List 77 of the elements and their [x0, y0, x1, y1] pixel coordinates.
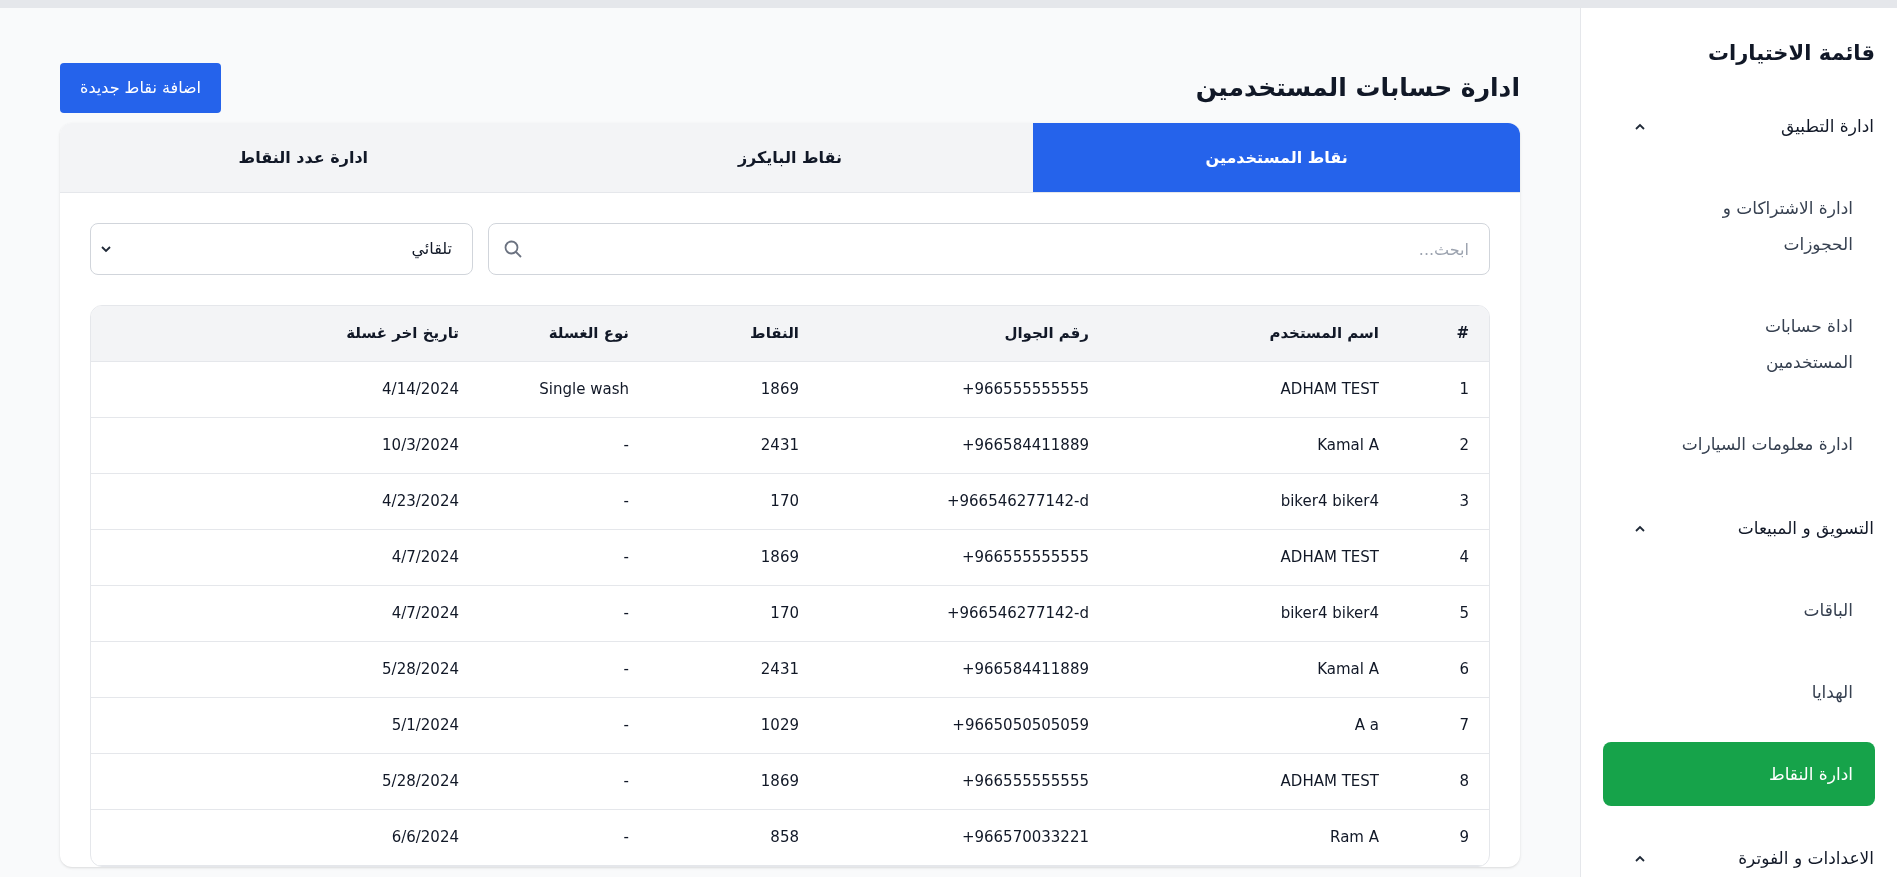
table-cell-text: - — [622, 827, 629, 849]
table-cell-text: - — [622, 435, 629, 457]
table-cell-text: - — [622, 715, 629, 737]
table-cell-text: 1 — [1458, 379, 1469, 401]
search-icon — [503, 239, 523, 259]
sort-select[interactable]: تلقائي — [90, 223, 473, 275]
table-cell-text: - — [622, 603, 629, 625]
sidebar-title: قائمة الاختيارات — [1706, 40, 1875, 67]
sidebar-section[interactable]: الاعدادات و الفوترة — [1603, 833, 1875, 877]
table-cell-text: 3 — [1458, 491, 1469, 513]
table-cell-text: 2431 — [759, 659, 799, 681]
sidebar-item[interactable]: اداة حسابات المستخدمين — [1603, 293, 1875, 394]
table-cell-text: 5/1/2024 — [390, 715, 459, 737]
table-cell-text: 2 — [1458, 435, 1469, 457]
sidebar-item[interactable]: الباقات — [1603, 577, 1875, 642]
table-cell-text: 8 — [1458, 771, 1469, 793]
table-cell-text: 10/3/2024 — [381, 435, 459, 457]
table-cell-text: 7 — [1458, 715, 1469, 737]
sidebar-section[interactable]: التسويق و المبيعات — [1603, 503, 1875, 554]
table-cell-text: 170 — [769, 603, 799, 625]
table-cell-text: - — [622, 771, 629, 793]
table-cell-text: 4/7/2024 — [390, 603, 459, 625]
column-header: # — [1455, 323, 1469, 345]
sidebar-section[interactable]: ادارة التطبيق — [1603, 101, 1875, 152]
column-header: نوع الغسلة — [547, 323, 629, 345]
table-cell-text: +966546277142-d — [945, 603, 1089, 625]
table-cell-text: 5 — [1458, 603, 1469, 625]
table-cell-text: 4 — [1458, 547, 1469, 569]
table-cell-text: 4/14/2024 — [381, 379, 459, 401]
table-cell-text: biker4 biker4 — [1279, 603, 1379, 625]
table-cell-text: +966555555555 — [960, 379, 1089, 401]
table-cell-text: 4/23/2024 — [381, 491, 459, 513]
add-points-button[interactable]: اضافة نقاط جديدة — [60, 63, 222, 113]
table-cell-text: 6 — [1458, 659, 1469, 681]
tab[interactable]: نقاط البايكرز — [546, 123, 1034, 192]
table-cell-text: +966555555555 — [960, 771, 1089, 793]
tab[interactable]: نقاط المستخدمين — [1033, 123, 1520, 192]
table-cell-text: A a — [1353, 715, 1379, 737]
table-cell-text: 1869 — [759, 771, 799, 793]
sidebar-item[interactable]: ادارة الاشتراكات و الحجوزات — [1603, 175, 1875, 276]
table-cell-text: Kamal A — [1316, 659, 1379, 681]
table-cell-text: 5/28/2024 — [381, 659, 459, 681]
column-header: النقاط — [749, 323, 799, 345]
table-cell-text: 2431 — [759, 435, 799, 457]
column-header: تاريخ اخر غسلة — [345, 323, 459, 345]
table-cell-text: 1869 — [759, 547, 799, 569]
column-header: رقم الجوال — [1003, 323, 1089, 345]
table-cell-text: +966584411889 — [960, 659, 1089, 681]
table-cell-text: +966570033221 — [960, 827, 1089, 849]
table-cell-text: 858 — [769, 827, 799, 849]
table-cell-text: 170 — [769, 491, 799, 513]
table-cell-text: 1029 — [759, 715, 799, 737]
table-cell-text: - — [622, 547, 629, 569]
table-cell-text: +9665050505059 — [951, 715, 1089, 737]
table-cell-text: +966584411889 — [960, 435, 1089, 457]
tab[interactable]: ادارة عدد النقاط — [60, 123, 547, 192]
table-cell-text: 1869 — [759, 379, 799, 401]
table-cell-text: +966546277142-d — [945, 491, 1089, 513]
search-field[interactable]: ابحث... — [488, 223, 1490, 275]
table-cell-text: ADHAM TEST — [1279, 379, 1379, 401]
table-cell-text: biker4 biker4 — [1279, 491, 1379, 513]
table-cell-text: Kamal A — [1316, 435, 1379, 457]
table-cell-text: 5/28/2024 — [381, 771, 459, 793]
table-cell-text: ADHAM TEST — [1279, 771, 1379, 793]
sidebar-item[interactable]: ادارة معلومات السيارات — [1603, 411, 1875, 476]
table-cell-text: - — [622, 659, 629, 681]
table-cell-text: - — [622, 491, 629, 513]
table-cell-text: +966555555555 — [960, 547, 1089, 569]
page-title: ادارة حسابات المستخدمين — [1195, 72, 1520, 105]
table-cell-text: Single wash — [538, 379, 629, 401]
sidebar-item[interactable]: الهدايا — [1603, 659, 1875, 724]
column-header: اسم المستخدم — [1268, 323, 1379, 345]
table-cell-text: 9 — [1458, 827, 1469, 849]
table-cell-text: 4/7/2024 — [390, 547, 459, 569]
table-cell-text: Ram A — [1329, 827, 1379, 849]
table-cell-text: 6/6/2024 — [390, 827, 459, 849]
table-cell-text: ADHAM TEST — [1279, 547, 1379, 569]
